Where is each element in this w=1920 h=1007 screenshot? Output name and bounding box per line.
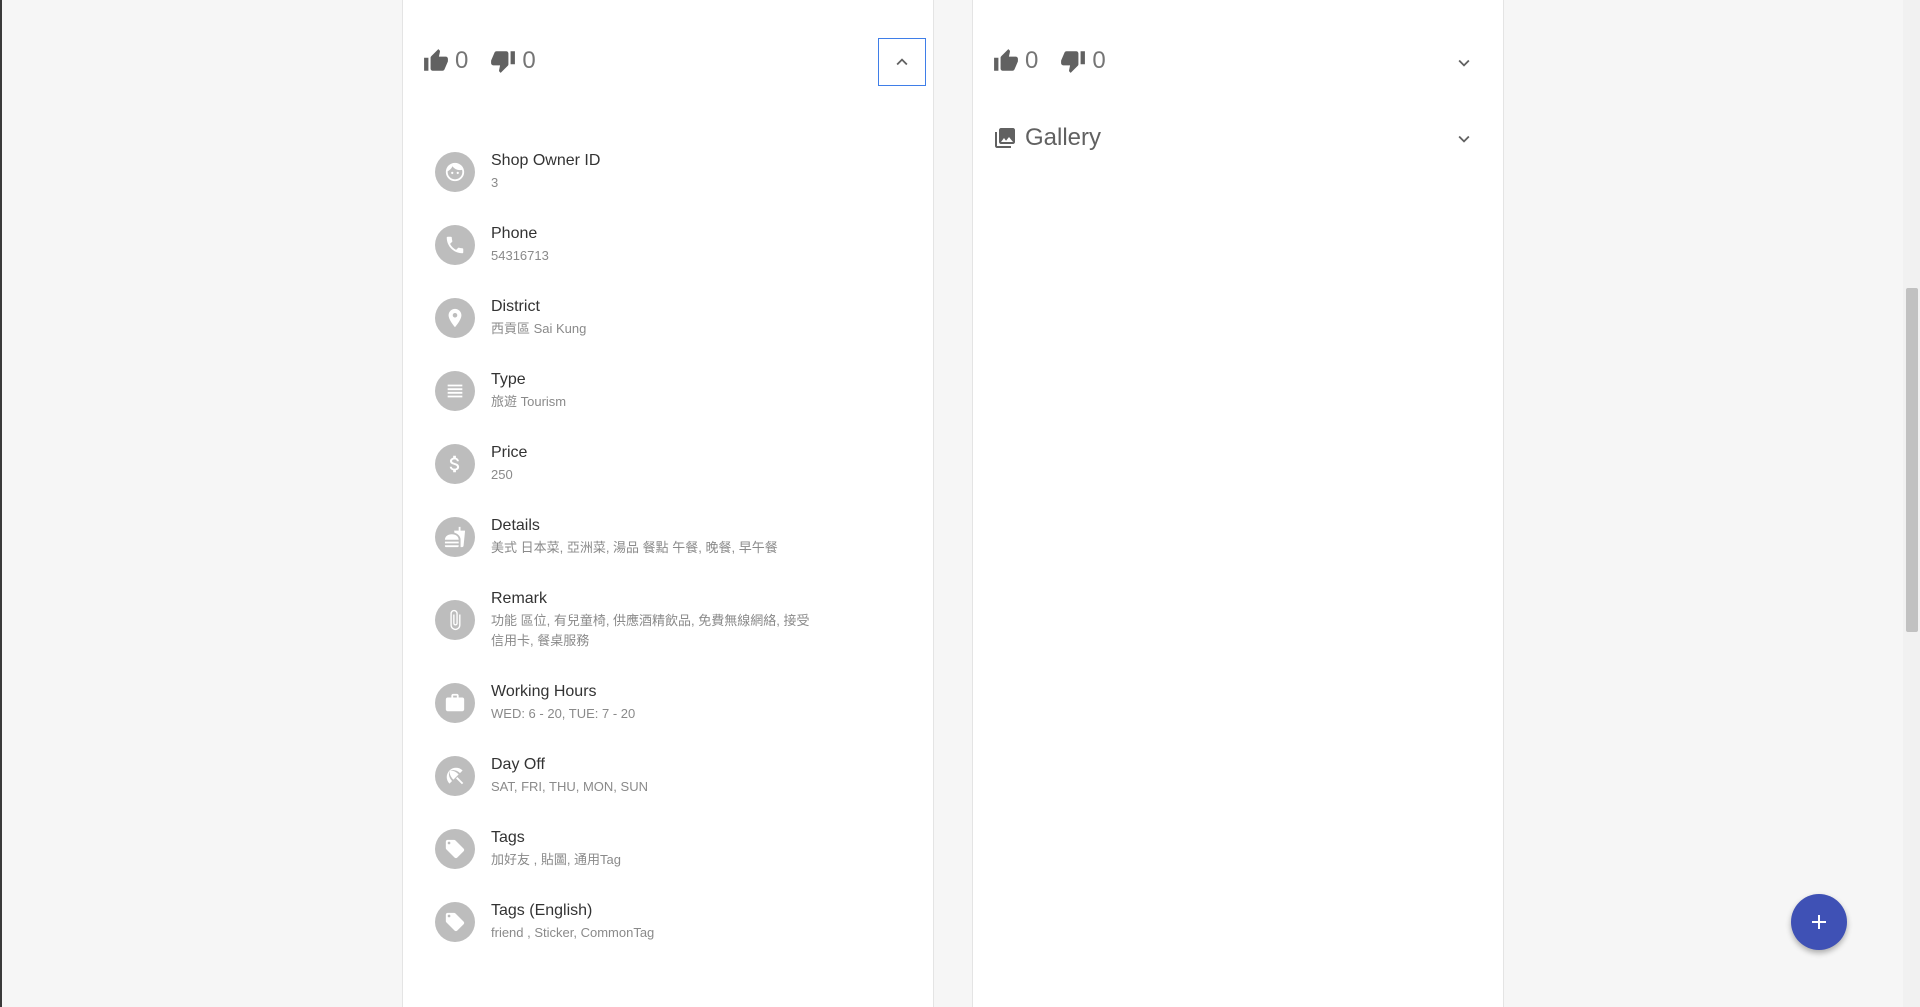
info-label: Price [491,444,528,461]
list-item-phone: Phone 54316713 [435,208,915,281]
shop-info-card: 0 0 Shop Owner ID 3 Phone 54316713 Distr… [402,0,934,1007]
list-item-tags: Tags 加好友 , 貼圖, 通用Tag [435,812,915,885]
list-item-price: Price 250 [435,427,915,500]
paperclip-icon [435,599,475,640]
dollar-icon [435,443,475,484]
thumb-down-icon [491,51,516,73]
list-item-working-hours: Working Hours WED: 6 - 20, TUE: 7 - 20 [435,666,915,739]
info-label: Tags (English) [491,902,593,919]
info-label: Type [491,371,526,388]
info-value: friend , Sticker, CommonTag [491,925,655,940]
dislike-count: 0 [522,47,536,74]
thumb-down-icon [1061,51,1086,73]
info-value: 美式 日本菜, 亞洲菜, 湯品 餐點 午餐, 晚餐, 早午餐 [491,540,778,555]
add-button[interactable] [1791,894,1847,950]
scrollbar-thumb[interactable] [1906,288,1918,632]
list-item-remark: Remark 功能 區位, 有兒童椅, 供應酒精飲品, 免費無線網絡, 接受信用… [435,573,915,666]
like-count: 0 [455,47,469,74]
fastfood-icon [435,516,475,557]
vote-row: 0 0 [423,48,558,74]
info-value: 250 [491,467,513,482]
shop-gallery-card: 0 0 Gallery [972,0,1504,1007]
phone-icon [435,224,475,265]
dislike-count: 0 [1092,47,1106,74]
window-edge [0,0,2,1007]
dislike-button[interactable]: 0 [490,47,536,74]
briefcase-icon [435,682,475,723]
dislike-button[interactable]: 0 [1060,47,1106,74]
face-icon [435,151,475,192]
thumb-up-icon [424,49,448,71]
plus-icon [1812,915,1826,929]
info-label: Phone [491,225,538,242]
list-lines-icon [435,370,475,411]
info-value: 3 [491,175,499,190]
info-label: District [491,298,540,315]
gallery-title: Gallery [1025,124,1102,151]
info-label: Working Hours [491,683,597,700]
tag-icon [435,828,475,869]
list-item-day-off: Day Off SAT, FRI, THU, MON, SUN [435,739,915,812]
list-item-details: Details 美式 日本菜, 亞洲菜, 湯品 餐點 午餐, 晚餐, 早午餐 [435,500,915,573]
scrollbar[interactable] [1903,0,1920,1007]
thumb-up-icon [994,49,1018,71]
chevron-down-icon [1458,135,1470,143]
like-button[interactable]: 0 [993,48,1038,74]
info-value: 54316713 [491,248,549,263]
gallery-expand-button[interactable] [1451,126,1477,152]
info-value: 旅遊 Tourism [491,394,567,409]
chevron-down-icon [1458,59,1470,67]
info-value: WED: 6 - 20, TUE: 7 - 20 [491,706,636,721]
list-item-shop-owner-id: Shop Owner ID 3 [435,135,915,208]
info-label: Details [491,517,540,534]
tag-icon [435,901,475,942]
info-label: Day Off [491,756,545,773]
info-label: Shop Owner ID [491,152,601,169]
location-pin-icon [435,297,475,338]
info-value: 西貢區 Sai Kung [491,321,587,336]
info-value: 加好友 , 貼圖, 通用Tag [491,852,622,867]
like-count: 0 [1025,47,1039,74]
chevron-up-icon [896,58,908,66]
gallery-header[interactable]: Gallery [993,124,1101,152]
info-value: SAT, FRI, THU, MON, SUN [491,779,648,794]
info-label: Tags [491,829,525,846]
photo-library-icon [995,128,1015,148]
list-item-district: District 西貢區 Sai Kung [435,281,915,354]
expand-button[interactable] [1451,50,1477,76]
beach-umbrella-icon [435,755,475,796]
info-list: Shop Owner ID 3 Phone 54316713 District … [435,135,915,958]
like-button[interactable]: 0 [423,48,468,74]
list-item-tags-english: Tags (English) friend , Sticker, CommonT… [435,885,915,958]
vote-row: 0 0 [993,48,1128,74]
list-item-type: Type 旅遊 Tourism [435,354,915,427]
info-value: 功能 區位, 有兒童椅, 供應酒精飲品, 免費無線網絡, 接受信用卡, 餐桌服務 [491,613,810,648]
info-label: Remark [491,590,548,607]
collapse-button[interactable] [878,38,926,86]
